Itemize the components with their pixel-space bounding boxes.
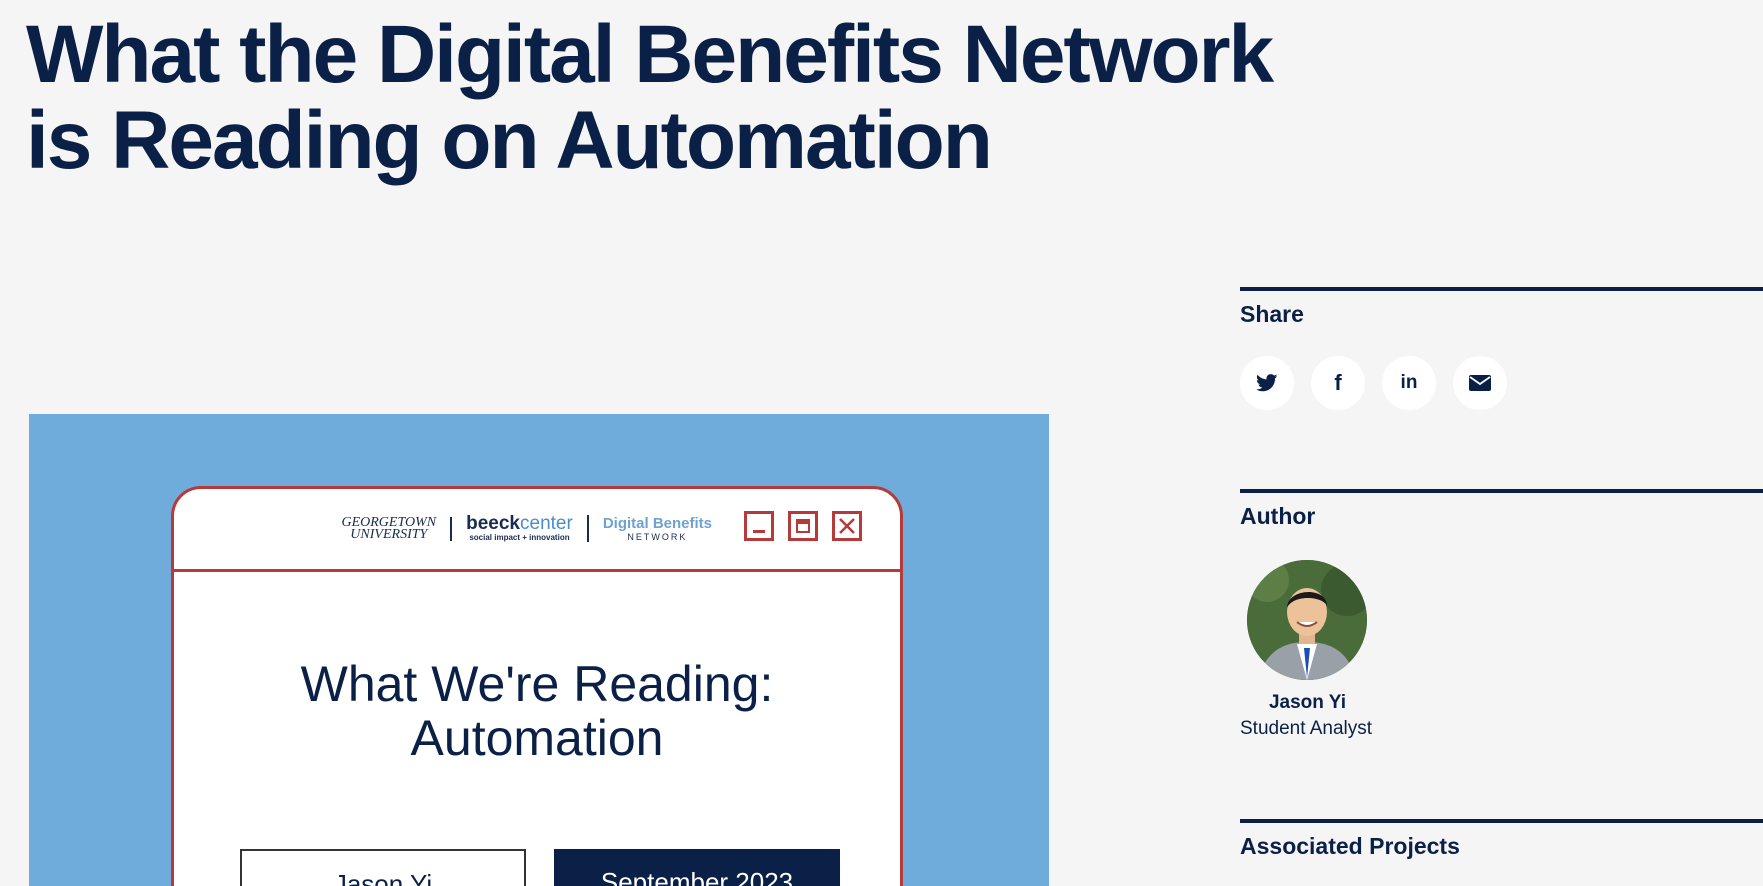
hero-heading: What We're Reading: Automation: [300, 656, 774, 766]
author-avatar[interactable]: [1247, 560, 1367, 680]
maximize-icon: [788, 511, 818, 541]
dbn-logo-line2: NETWORK: [627, 531, 688, 542]
linkedin-icon: in: [1400, 372, 1418, 393]
share-twitter-button[interactable]: [1240, 356, 1294, 410]
illustrated-window: GEORGETOWN UNIVERSITY beeckcenter social…: [171, 486, 903, 886]
share-linkedin-button[interactable]: in: [1382, 356, 1436, 410]
beeck-logo-light: center: [520, 513, 573, 534]
hero-author-pill: Jason Yi: [240, 849, 526, 886]
share-buttons: f in: [1240, 356, 1763, 410]
associated-projects-heading: Associated Projects: [1240, 833, 1460, 859]
author-name[interactable]: Jason Yi: [1240, 692, 1375, 714]
page-title: What the Digital Benefits Network is Rea…: [26, 9, 1274, 186]
share-heading: Share: [1240, 301, 1304, 327]
close-icon: [832, 511, 862, 541]
hero-image: GEORGETOWN UNIVERSITY beeckcenter social…: [29, 414, 1049, 886]
share-email-button[interactable]: [1453, 356, 1507, 410]
partner-logos: GEORGETOWN UNIVERSITY beeckcenter social…: [341, 513, 712, 542]
minimize-icon: [744, 511, 774, 541]
author-role: Student Analyst: [1240, 718, 1373, 739]
share-section: Share f in: [1240, 287, 1763, 410]
beeck-center-logo: beeckcenter social impact + innovation: [452, 513, 589, 542]
author-section: Author Jason Yi Student Analyst: [1240, 489, 1763, 740]
georgetown-logo: GEORGETOWN UNIVERSITY: [341, 515, 453, 542]
hero-date-pill: September 2023: [554, 849, 840, 886]
email-icon: [1469, 375, 1491, 391]
georgetown-logo-line2: UNIVERSITY: [350, 526, 428, 542]
dbn-logo-line1: Digital Benefits: [602, 514, 712, 532]
twitter-icon: [1256, 374, 1278, 392]
beeck-logo-tagline: social impact + innovation: [469, 533, 570, 542]
beeck-logo-bold: beeck: [466, 513, 520, 534]
facebook-icon: f: [1334, 370, 1342, 395]
window-controls: [744, 511, 862, 541]
author-heading: Author: [1240, 503, 1316, 529]
associated-projects-section: Associated Projects: [1240, 819, 1763, 860]
digital-benefits-network-logo: Digital Benefits NETWORK: [589, 514, 712, 542]
share-facebook-button[interactable]: f: [1311, 356, 1365, 410]
illustrated-window-titlebar: GEORGETOWN UNIVERSITY beeckcenter social…: [174, 489, 900, 572]
